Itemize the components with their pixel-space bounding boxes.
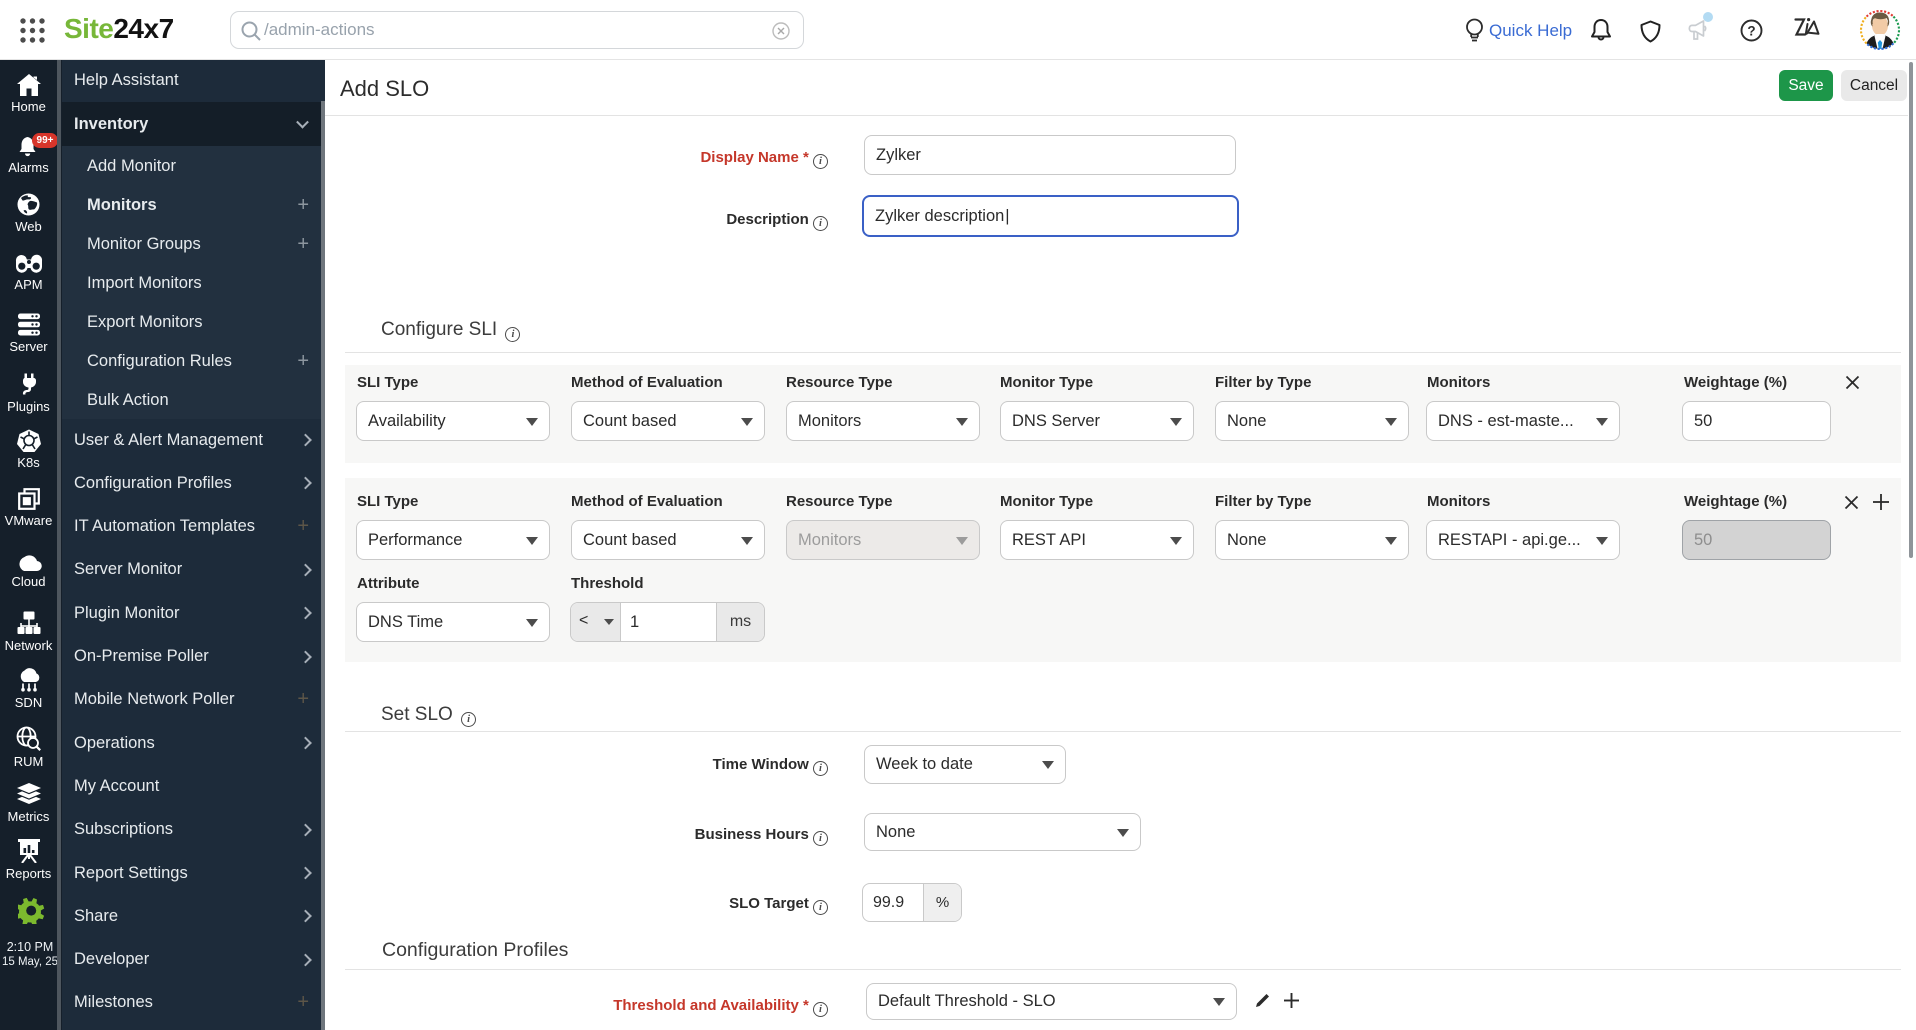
svg-text:?: ? <box>1747 24 1755 39</box>
